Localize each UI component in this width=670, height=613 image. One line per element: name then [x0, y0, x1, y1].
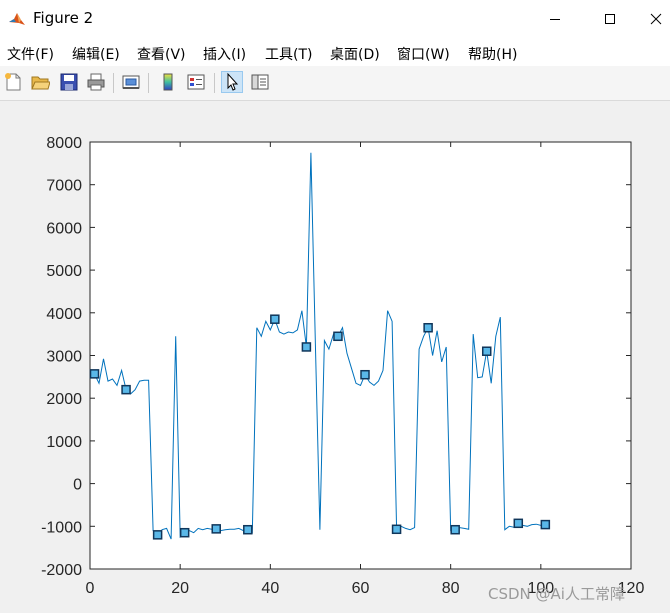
data-point-marker [211, 524, 221, 534]
plot-area [89, 141, 632, 570]
x-tick-label: 20 [171, 580, 189, 597]
x-tick-label: 60 [352, 580, 370, 597]
y-tick-label: 2000 [46, 391, 82, 408]
data-point-marker [243, 524, 253, 535]
data-point-marker [360, 369, 370, 380]
y-tick-label: -2000 [41, 562, 82, 579]
y-tick-label: -1000 [41, 519, 82, 536]
y-tick-label: 7000 [46, 178, 82, 195]
data-point-marker [179, 527, 190, 538]
y-tick-label: 3000 [46, 349, 82, 366]
data-point-marker [152, 530, 163, 540]
data-point-marker [301, 342, 312, 352]
data-point-marker [121, 384, 131, 395]
y-tick-label: 1000 [46, 434, 82, 451]
data-point-marker [333, 331, 343, 342]
data-point-marker [89, 369, 100, 379]
x-tick-label: 40 [261, 580, 279, 597]
y-tick-label: 5000 [46, 263, 82, 280]
data-point-marker [513, 518, 524, 529]
y-tick-label: 8000 [46, 135, 82, 152]
data-point-marker [540, 519, 551, 530]
x-tick-label: 80 [442, 580, 460, 597]
x-tick-label: 0 [86, 580, 95, 597]
data-point-marker [423, 322, 433, 333]
data-point-marker [270, 314, 280, 324]
y-tick-label: 4000 [46, 306, 82, 323]
data-point-marker [391, 524, 402, 535]
data-point-marker [481, 346, 492, 356]
data-point-marker [450, 524, 460, 535]
y-tick-label: 6000 [46, 220, 82, 237]
watermark: CSDN @Ai人工常障 [488, 585, 625, 603]
y-tick-label: 0 [73, 477, 82, 494]
line-chart: 0 20 40 60 80 100 120-2000-1000010002000300040… [41, 135, 644, 597]
